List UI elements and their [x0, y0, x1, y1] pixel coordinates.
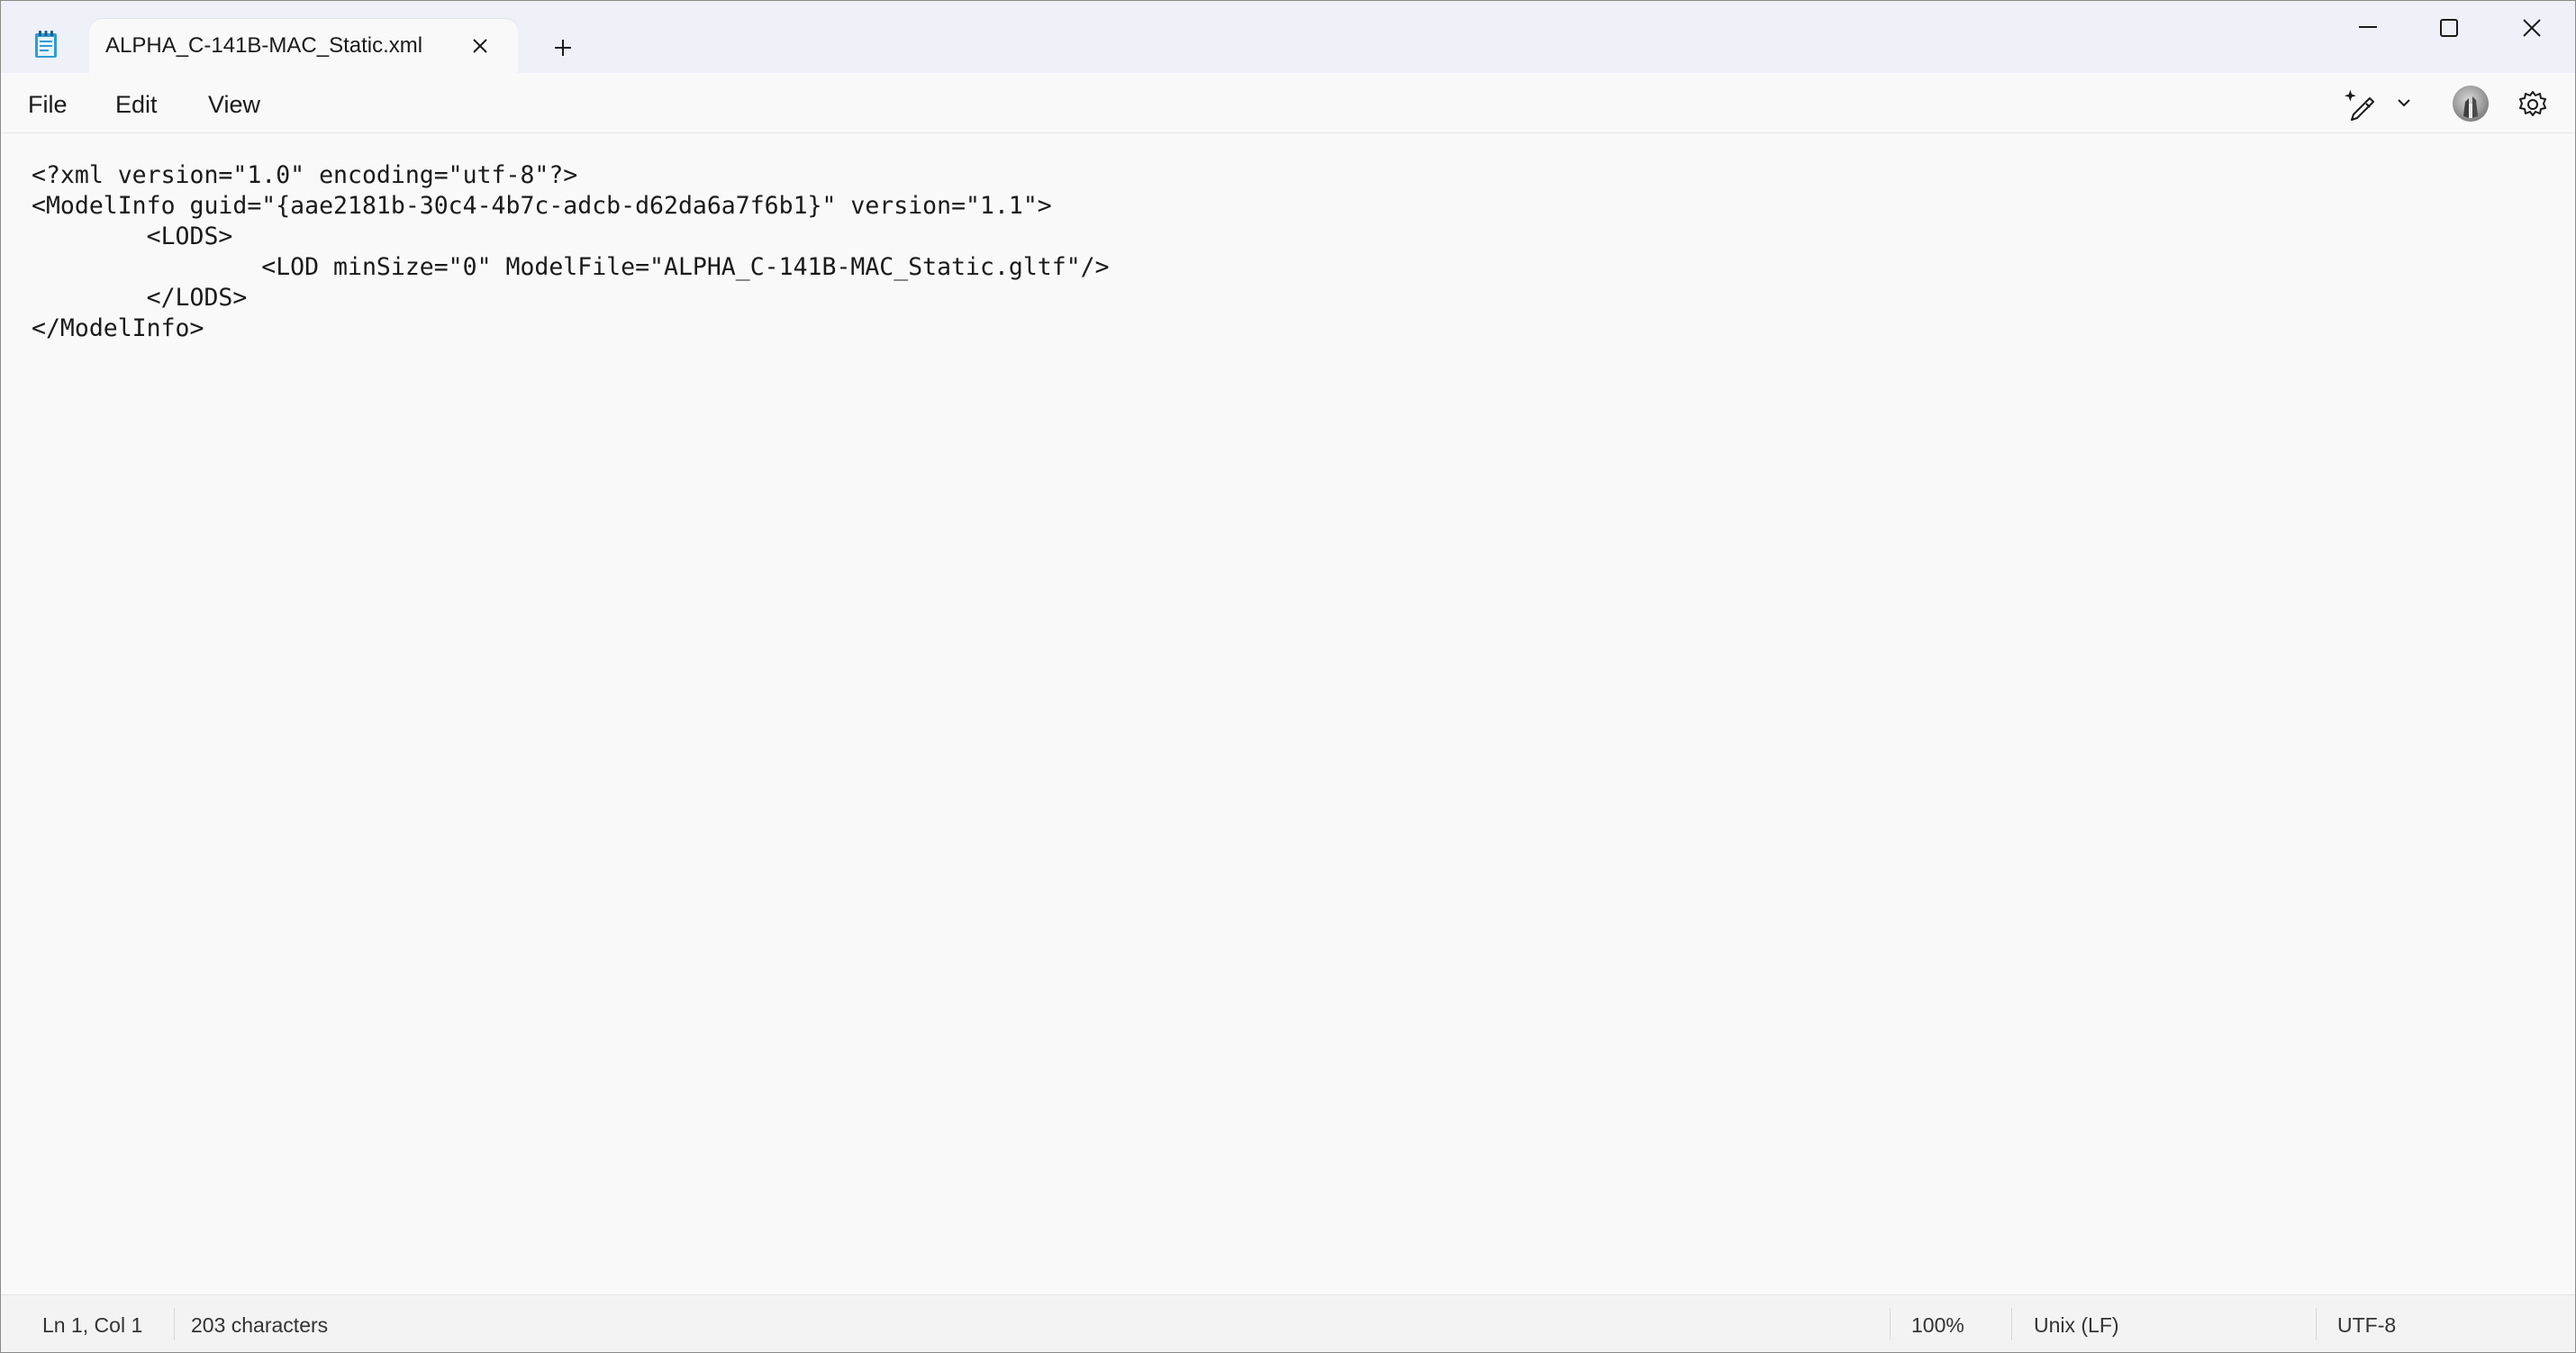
code-line-5: </LODS>: [32, 284, 248, 312]
status-bar: Ln 1, Col 1 203 characters 100% Unix (LF…: [1, 1294, 2575, 1352]
status-divider: [174, 1308, 175, 1340]
menu-view[interactable]: View: [203, 89, 266, 121]
menu-bar: File Edit View: [1, 73, 2575, 133]
code-line-6: </ModelInfo>: [32, 314, 204, 342]
status-divider: [2011, 1308, 2012, 1340]
code-line-2: <ModelInfo guid="{aae2181b-30c4-4b7c-adc…: [32, 192, 1052, 220]
avatar[interactable]: [2453, 86, 2489, 122]
notepad-icon: [33, 30, 59, 59]
window-close-icon[interactable]: [2490, 1, 2573, 55]
minimize-icon[interactable]: [2327, 1, 2409, 55]
copilot-pen-button[interactable]: [2343, 86, 2415, 122]
zoom-level[interactable]: 100%: [1911, 1313, 1964, 1338]
line-ending[interactable]: Unix (LF): [2034, 1313, 2119, 1338]
maximize-icon[interactable]: [2408, 1, 2490, 55]
gear-icon[interactable]: [2517, 89, 2548, 120]
menu-file[interactable]: File: [23, 89, 73, 121]
copilot-pen-icon: [2345, 89, 2374, 121]
tab-active-file[interactable]: ALPHA_C-141B-MAC_Static.xml: [89, 19, 518, 75]
code-line-3: <LODS>: [32, 222, 233, 250]
status-divider: [1890, 1308, 1891, 1340]
cursor-position[interactable]: Ln 1, Col 1: [42, 1313, 142, 1338]
text-editor-area[interactable]: <?xml version="1.0" encoding="utf-8"?> <…: [1, 133, 2575, 1294]
tab-close-icon[interactable]: [466, 32, 494, 60]
tab-title: ALPHA_C-141B-MAC_Static.xml: [105, 33, 423, 58]
encoding[interactable]: UTF-8: [2337, 1313, 2396, 1338]
status-divider: [2316, 1308, 2317, 1340]
code-line-4: <LOD minSize="0" ModelFile="ALPHA_C-141B…: [32, 253, 1110, 281]
code-line-1: <?xml version="1.0" encoding="utf-8"?>: [32, 161, 578, 189]
character-count: 203 characters: [191, 1313, 329, 1337]
notepad-window: ALPHA_C-141B-MAC_Static.xml File Edit Vi…: [0, 0, 2576, 1353]
chevron-down-icon: [2398, 99, 2410, 107]
title-bar[interactable]: ALPHA_C-141B-MAC_Static.xml: [1, 1, 2575, 75]
menu-edit[interactable]: Edit: [110, 89, 163, 121]
new-tab-plus-icon[interactable]: [545, 32, 581, 64]
